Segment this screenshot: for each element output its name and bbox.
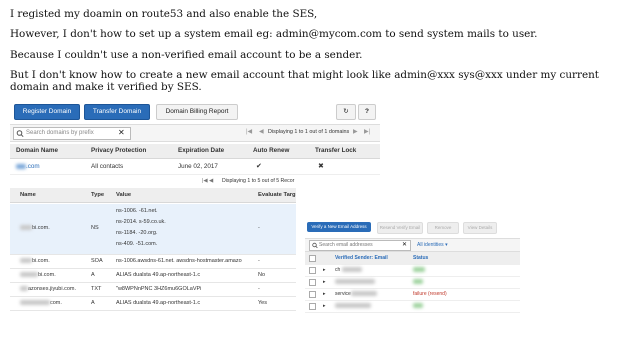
row-checkbox[interactable] [309, 267, 316, 274]
help-icon[interactable]: ? [358, 104, 376, 120]
record-row-txt[interactable]: azonses.jiyubi.com. TXT "w8WPNnPNC 3HZ6m… [10, 282, 296, 297]
record-name: azonses.jiyubi.com. [20, 282, 76, 296]
sender-email: ch [335, 264, 362, 276]
record-value-line: "w8WPNnPNC 3HZ6mu6GOLaVPi [116, 286, 202, 292]
register-domain-button[interactable]: Register Domain [14, 104, 80, 120]
identity-filter-dropdown[interactable]: All identities ▾ [417, 240, 448, 250]
column-transfer-lock[interactable]: Transfer Lock [315, 144, 356, 158]
last-page-icon[interactable]: ▶| [364, 127, 370, 138]
record-value-line: ns-1006.awsdns-61.net. awsdns-hostmaster… [116, 258, 242, 264]
record-name: bi.com. [20, 268, 56, 282]
ses-row[interactable]: ▸ [305, 300, 520, 313]
row-checkbox[interactable] [309, 303, 316, 310]
sender-status [413, 264, 425, 276]
row-checkbox[interactable] [309, 279, 316, 286]
sender-status [413, 276, 423, 288]
record-evaluate: - [258, 286, 260, 292]
column-status[interactable]: Status [413, 252, 428, 264]
row-checkbox[interactable] [309, 291, 316, 298]
record-row-a[interactable]: com. A ALIAS dualsta 49.ap-northeast-1.c… [10, 296, 296, 311]
record-evaluate: No [258, 272, 266, 278]
column-auto-renew[interactable]: Auto Renew [253, 144, 289, 158]
column-value[interactable]: Value [116, 188, 131, 202]
record-type: A [91, 300, 95, 306]
domain-billing-report-button[interactable]: Domain Billing Report [156, 104, 238, 120]
column-type[interactable]: Type [91, 188, 104, 202]
select-all-checkbox[interactable] [309, 255, 316, 262]
record-value-line: ns-1006. -61.net. [116, 208, 158, 214]
verify-email-button[interactable]: Verify a New Email Address [307, 222, 371, 232]
sender-email: service [335, 288, 377, 300]
auto-renew-check-icon: ✔ [256, 163, 262, 170]
ses-search-placeholder: Search email addresses [319, 242, 373, 248]
domain-row[interactable]: .com All contacts June 02, 2017 ✔ ✖ [10, 160, 380, 175]
domain-name-link[interactable]: .com [16, 160, 40, 174]
expand-arrow-icon[interactable]: ▸ [323, 276, 326, 288]
chevron-down-icon: ▾ [445, 242, 448, 248]
record-row-ns[interactable]: bi.com. NS ns-1006. -61.net. ns-2014. s-… [10, 204, 296, 255]
transfer-lock-x-icon: ✖ [318, 163, 324, 170]
resend-verify-button[interactable]: Resend Verify Email [377, 222, 423, 234]
question-paragraph-3: Because I couldn't use a non-verified em… [10, 49, 363, 61]
first-page-icon[interactable]: |◀ [246, 127, 252, 138]
records-panel: |◀ ◀ Displaying 1 to 5 out of 5 Recor Na… [10, 178, 296, 314]
column-evaluate-target[interactable]: Evaluate Targ [258, 188, 296, 202]
record-evaluate: Yes [258, 300, 267, 306]
column-domain-name[interactable]: Domain Name [16, 144, 58, 158]
expand-arrow-icon[interactable]: ▸ [323, 264, 326, 276]
column-name[interactable]: Name [20, 188, 36, 202]
record-value-line: ns-1184. -20.org. [116, 230, 158, 236]
expand-arrow-icon[interactable]: ▸ [323, 288, 326, 300]
domains-table-header: Domain Name Privacy Protection Expiratio… [10, 144, 380, 159]
record-type: NS [91, 225, 99, 231]
record-value-line: ALIAS dualsta 49.ap-northeast-1.c [116, 300, 201, 306]
next-page-icon[interactable]: ▶ [353, 127, 358, 138]
expand-arrow-icon[interactable]: ▸ [323, 300, 326, 312]
sender-status [413, 300, 423, 312]
column-verified-sender[interactable]: Verified Sender: Email [335, 252, 388, 264]
record-type: SOA [91, 258, 103, 264]
sender-status: failure (resend) [413, 291, 447, 297]
column-expiration-date[interactable]: Expiration Date [178, 144, 224, 158]
record-value-line: ALIAS dualsta 49.ap-northeast-1.c [116, 272, 201, 278]
domain-search-bar: Search domains by prefix ✕ |◀ ◀ Displayi… [10, 124, 380, 142]
ses-search-bar: Search email addresses ✕ All identities … [305, 238, 520, 252]
domains-panel: Register Domain Transfer Domain Domain B… [10, 98, 380, 178]
search-icon [16, 128, 24, 139]
domain-search-placeholder: Search domains by prefix [26, 130, 94, 136]
domain-privacy: All contacts [91, 163, 124, 170]
domains-pagination-text: Displaying 1 to 1 out of 1 domains [268, 129, 350, 135]
records-pagination-text: Displaying 1 to 5 out of 5 Recor [222, 178, 295, 184]
sender-email [335, 276, 375, 288]
record-value-line: ns-2014. s-59.co.uk. [116, 219, 166, 225]
question-paragraph-1: I registed my doamin on route53 and also… [10, 8, 318, 20]
ses-clear-search-icon[interactable]: ✕ [402, 240, 407, 250]
transfer-domain-button[interactable]: Transfer Domain [84, 104, 150, 120]
record-row-a[interactable]: bi.com. A ALIAS dualsta 49.ap-northeast-… [10, 268, 296, 283]
ses-panel: Verify a New Email Address Resend Verify… [305, 218, 520, 314]
remove-button[interactable]: Remove [427, 222, 459, 234]
records-first-page-icon[interactable]: |◀ ◀ [202, 178, 213, 185]
record-name: com. [20, 296, 62, 310]
ses-search-input[interactable]: Search email addresses [309, 240, 411, 251]
view-details-button[interactable]: View Details [463, 222, 497, 234]
domain-search-input[interactable]: Search domains by prefix [13, 127, 131, 140]
domain-expiration: June 02, 2017 [178, 163, 218, 170]
record-row-soa[interactable]: bi.com. SOA ns-1006.awsdns-61.net. awsdn… [10, 254, 296, 269]
record-evaluate: - [258, 225, 260, 231]
clear-search-icon[interactable]: ✕ [118, 127, 125, 138]
records-table-header: Name Type Value Evaluate Targ [10, 188, 296, 203]
record-name: bi.com. [20, 254, 50, 268]
record-evaluate: - [258, 258, 260, 264]
record-type: TXT [91, 286, 102, 292]
record-type: A [91, 272, 95, 278]
record-value-line: ns-409. -51.com. [116, 241, 158, 247]
prev-page-icon[interactable]: ◀ [259, 127, 264, 138]
question-paragraph-2: However, I don't how to set up a system … [10, 28, 538, 40]
record-name: bi.com. [20, 225, 50, 231]
refresh-icon[interactable]: ↻ [336, 104, 356, 120]
column-privacy-protection[interactable]: Privacy Protection [91, 144, 146, 158]
sender-email [335, 300, 371, 312]
question-paragraph-4: But I don't know how to create a new ema… [10, 69, 599, 93]
